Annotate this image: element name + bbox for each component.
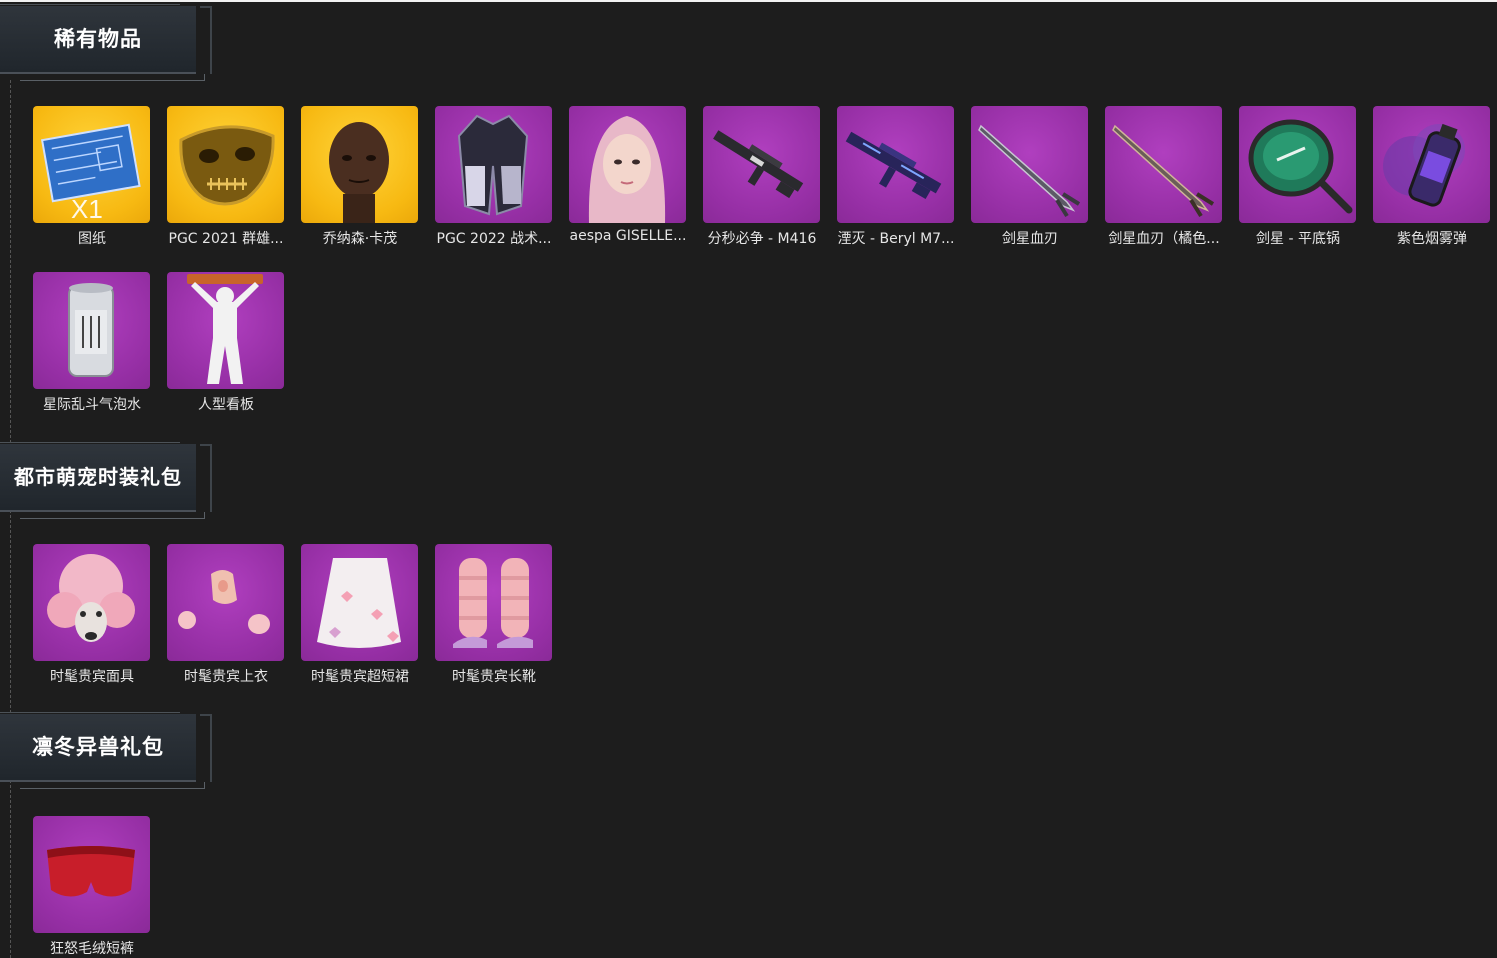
item-label: 湮灭 - Beryl M7... [837, 231, 955, 247]
item-label: 乔纳森·卡茂 [322, 231, 398, 247]
gold-mask-icon [167, 106, 284, 223]
soda-can-icon [33, 272, 150, 389]
item-label: 紫色烟雾弹 [1397, 231, 1467, 247]
section-banner: 都市萌宠时装礼包 [0, 440, 212, 519]
item-label: 时髦贵宾超短裙 [311, 669, 409, 685]
item-label: 时髦贵宾面具 [50, 669, 134, 685]
section-title: 都市萌宠时装礼包 [14, 465, 182, 489]
quantity-badge: X1 [71, 194, 103, 223]
section-banner: 凛冬异兽礼包 [0, 710, 212, 789]
item-label: PGC 2021 群雄... [168, 231, 284, 247]
item-label: aespa GISELLE... [569, 228, 687, 244]
mannequin-icon [167, 272, 284, 389]
pan-icon [1239, 106, 1356, 223]
jacket-icon [435, 106, 552, 223]
item-label: 剑星血刃 [1002, 231, 1058, 247]
section-title: 稀有物品 [54, 27, 142, 51]
sword-orange-icon [1105, 106, 1222, 223]
section-title: 凛冬异兽礼包 [32, 735, 164, 759]
section-banner: 稀有物品 [0, 2, 212, 81]
smoke-grenade-icon [1373, 106, 1490, 223]
section-rail [10, 80, 11, 958]
red-shorts-icon [33, 816, 150, 933]
item-label: 星际乱斗气泡水 [43, 397, 141, 413]
character-portrait-icon [569, 106, 686, 223]
item-label: 剑星 - 平底锅 [1256, 231, 1340, 247]
blueprint-icon: X1 [33, 106, 150, 223]
item-label: 剑星血刃（橘色... [1108, 231, 1220, 247]
item-label: 图纸 [78, 231, 106, 247]
rifle-icon [703, 106, 820, 223]
item-label: 时髦贵宾长靴 [452, 669, 536, 685]
fur-top-icon [167, 544, 284, 661]
sword-icon [971, 106, 1088, 223]
poodle-mask-icon [33, 544, 150, 661]
fur-boots-icon [435, 544, 552, 661]
item-label: PGC 2022 战术... [436, 231, 552, 247]
fur-skirt-icon [301, 544, 418, 661]
character-head-icon [301, 106, 418, 223]
item-label: 狂怒毛绒短裤 [50, 941, 134, 957]
item-label: 时髦贵宾上衣 [184, 669, 268, 685]
item-label: 人型看板 [198, 397, 254, 413]
top-edge [0, 0, 1497, 2]
item-label: 分秒必争 - M416 [707, 231, 817, 247]
rifle-blue-icon [837, 106, 954, 223]
